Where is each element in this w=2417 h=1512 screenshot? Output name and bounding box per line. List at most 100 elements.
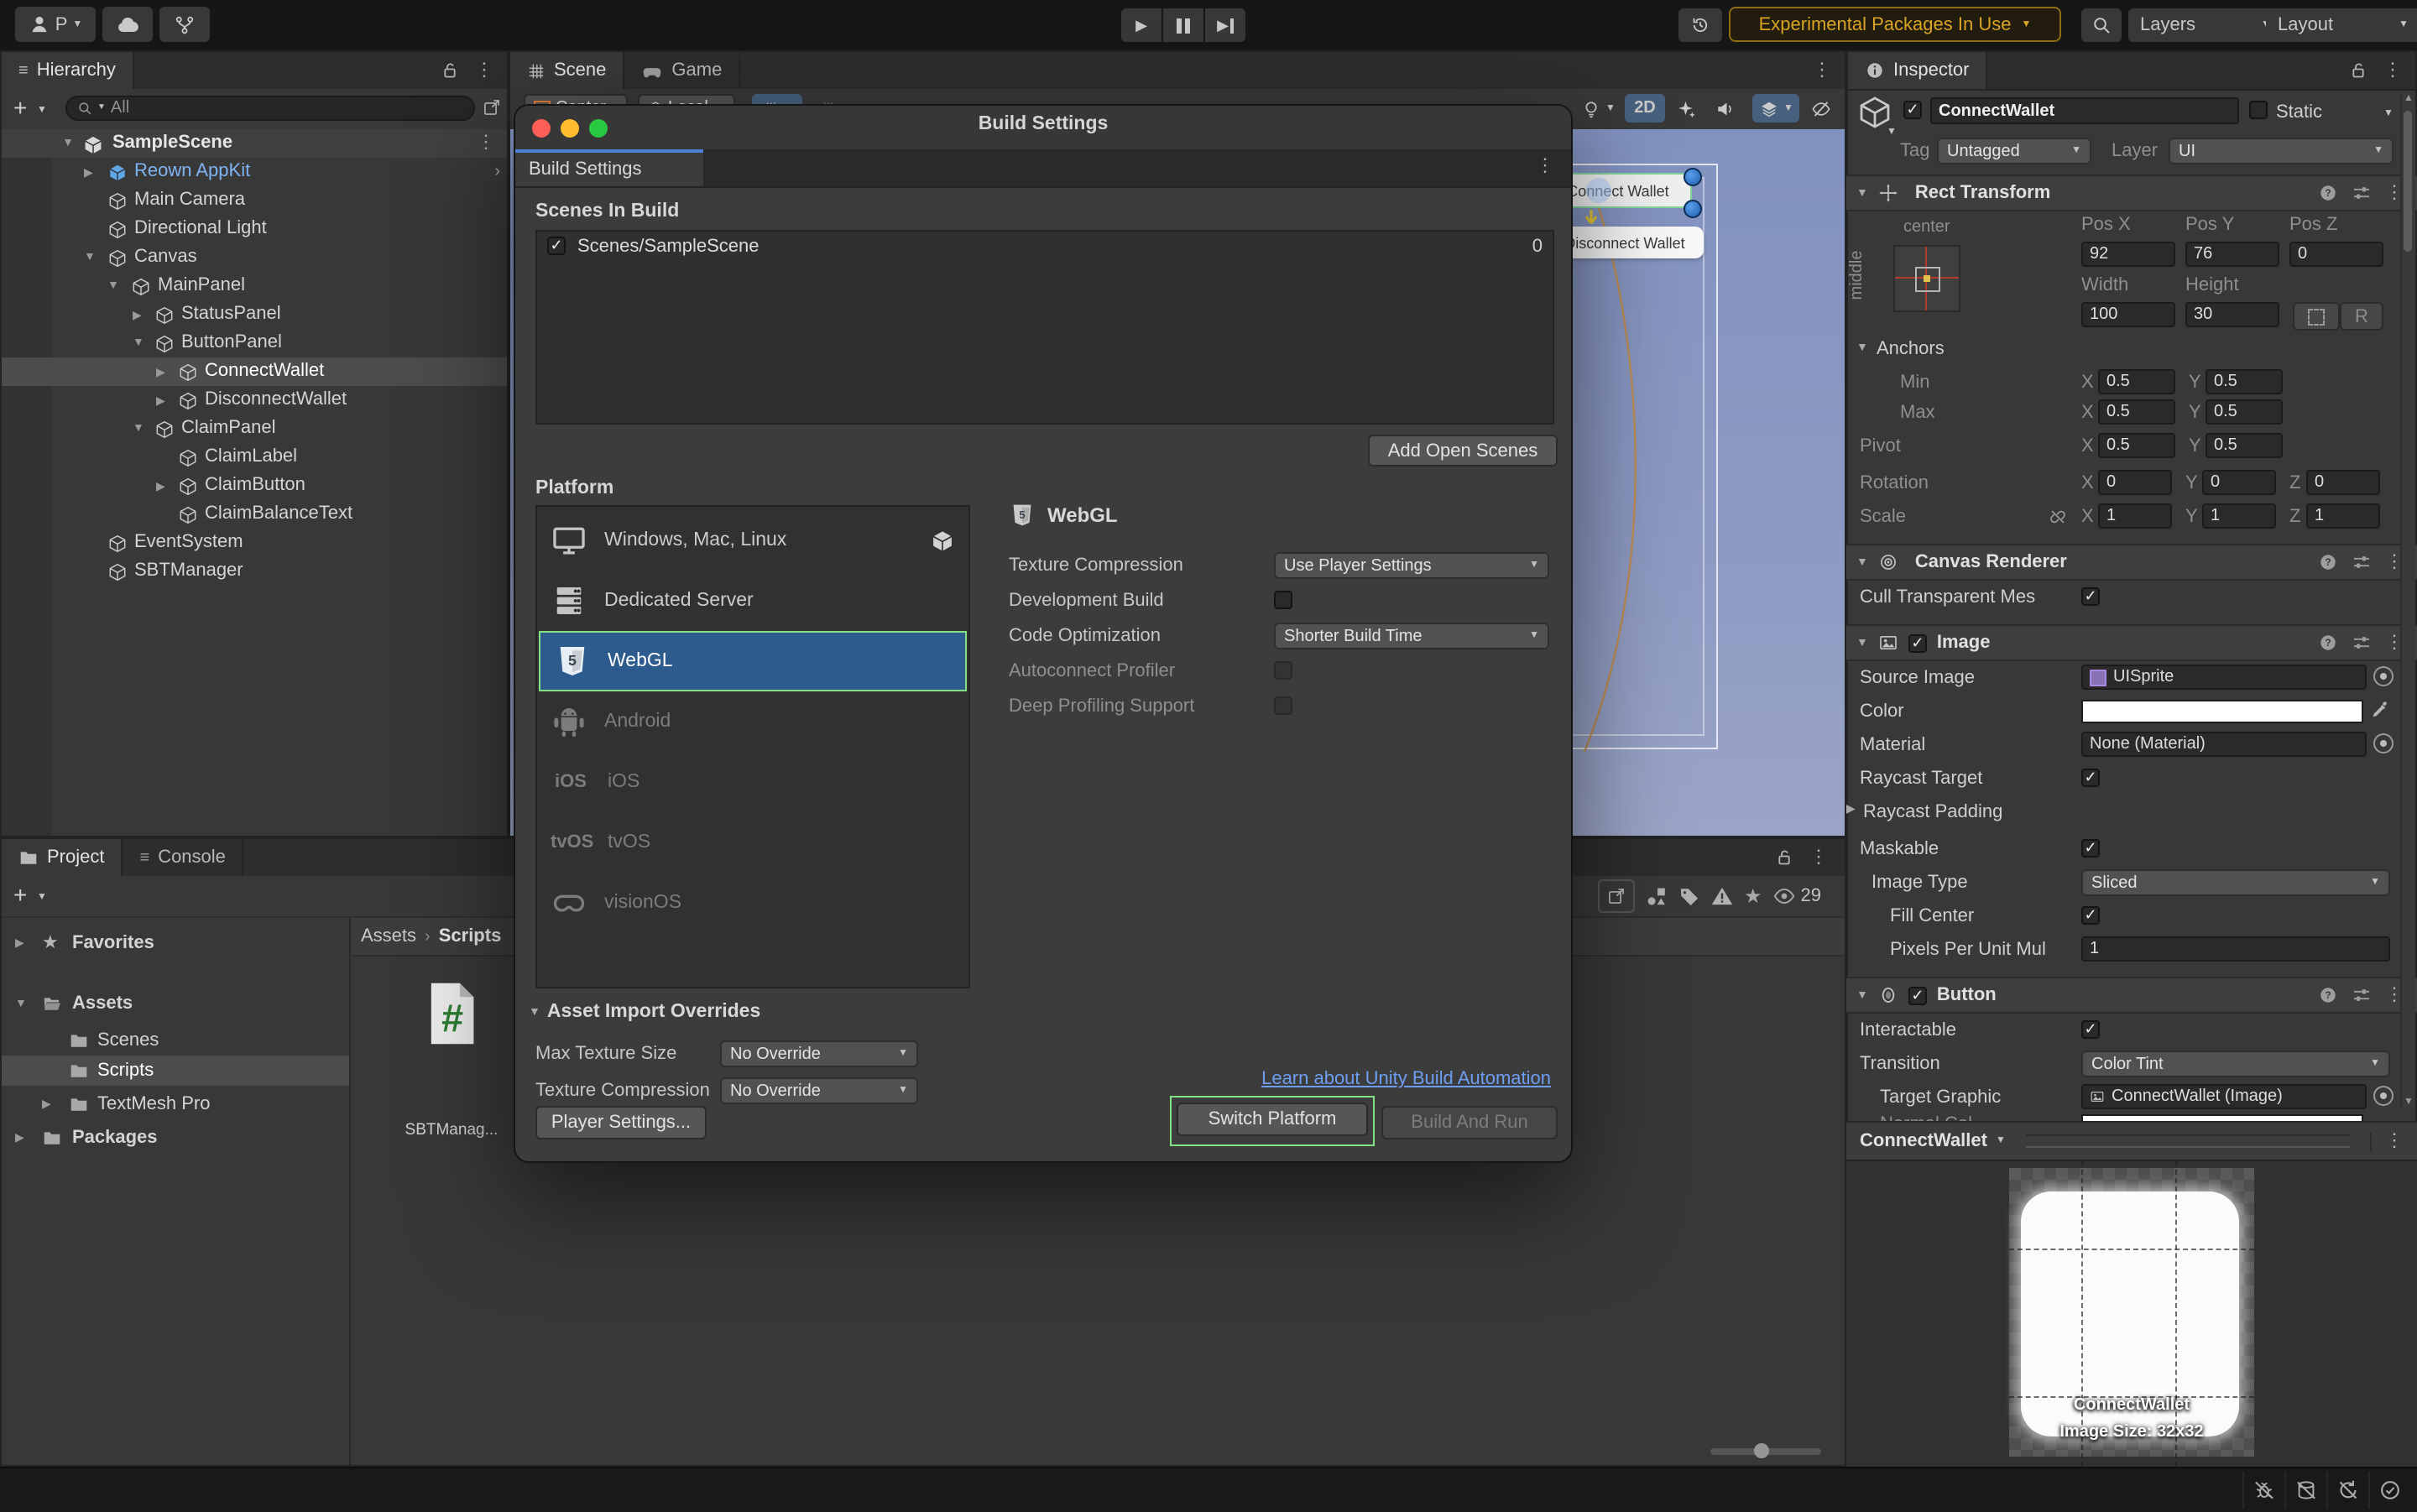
- scene-visibility-button[interactable]: [1804, 94, 1838, 123]
- pos-z-field[interactable]: 0: [2289, 242, 2383, 267]
- presets-icon[interactable]: [2352, 633, 2372, 653]
- scene-effects-button[interactable]: [1670, 94, 1704, 123]
- raw-edit-mode-button[interactable]: R: [2340, 302, 2383, 331]
- image-enabled-checkbox[interactable]: ✓: [1908, 633, 1927, 652]
- kebab-menu-icon[interactable]: ⋮: [2383, 61, 2402, 80]
- layer-dropdown[interactable]: UI▼: [2169, 138, 2394, 164]
- experimental-packages-button[interactable]: Experimental Packages In Use ▼: [1729, 7, 2061, 42]
- hierarchy-item-canvas[interactable]: ▼Canvas: [2, 243, 507, 272]
- open-asset-external-icon[interactable]: [1598, 879, 1635, 913]
- hierarchy-item-reown-appkit[interactable]: ▶ Reown AppKit ›: [2, 158, 507, 186]
- step-button[interactable]: ▶: [1205, 8, 1245, 42]
- project-item-favorites[interactable]: ▶★ Favorites: [2, 928, 349, 958]
- maskable-checkbox[interactable]: ✓: [2081, 839, 2100, 858]
- platform-item-desktop[interactable]: Windows, Mac, Linux: [537, 510, 968, 571]
- hierarchy-item-claimlabel[interactable]: ClaimLabel: [2, 443, 507, 472]
- breadcrumb-root[interactable]: Assets: [361, 926, 416, 946]
- hierarchy-item-claimbutton[interactable]: ▶ClaimButton: [2, 472, 507, 500]
- scale-x-field[interactable]: 1: [2098, 503, 2172, 529]
- kebab-menu-icon[interactable]: ⋮: [1809, 848, 1828, 867]
- anchor-preset-widget[interactable]: [1893, 245, 1960, 312]
- help-icon[interactable]: [2318, 183, 2338, 203]
- scale-y-field[interactable]: 1: [2202, 503, 2276, 529]
- pause-button[interactable]: [1163, 8, 1203, 42]
- hierarchy-tab[interactable]: ≡ Hierarchy: [2, 52, 134, 89]
- account-button[interactable]: P ▼: [15, 7, 96, 42]
- source-image-field[interactable]: UISprite: [2081, 665, 2367, 690]
- kebab-menu-icon[interactable]: ⋮: [475, 61, 493, 80]
- gameobject-name-field[interactable]: ConnectWallet: [1930, 97, 2239, 124]
- play-button[interactable]: ▶: [1121, 8, 1162, 42]
- kebab-menu-icon[interactable]: ⋮: [477, 134, 495, 153]
- overlays-button[interactable]: ▼: [1752, 94, 1799, 123]
- warning-filter-icon[interactable]: [1710, 884, 1734, 908]
- add-asset-button[interactable]: +: [13, 881, 27, 908]
- help-icon[interactable]: [2318, 552, 2338, 572]
- project-pane-divider[interactable]: [349, 918, 351, 1465]
- hierarchy-item-claimbalancetext[interactable]: ClaimBalanceText: [2, 500, 507, 529]
- raycast-padding-foldout[interactable]: ▶: [1846, 802, 1856, 816]
- object-picker-icon[interactable]: [2373, 733, 2394, 753]
- chevron-down-icon[interactable]: ▼: [37, 106, 47, 116]
- filter-by-type-icon[interactable]: [1645, 884, 1668, 908]
- presets-icon[interactable]: [2352, 183, 2372, 203]
- blueprint-mode-button[interactable]: [2293, 302, 2340, 331]
- max-texture-size-dropdown[interactable]: No Override▼: [720, 1040, 918, 1067]
- project-tab[interactable]: Project: [2, 839, 123, 876]
- auto-refresh-disabled-icon[interactable]: [2326, 1472, 2368, 1509]
- project-item-scenes[interactable]: Scenes: [2, 1025, 349, 1056]
- hierarchy-search-input[interactable]: ▼ All: [65, 96, 475, 121]
- presets-icon[interactable]: [2352, 552, 2372, 572]
- cull-transparent-mesh-checkbox[interactable]: ✓: [2081, 587, 2100, 606]
- lock-icon[interactable]: [440, 60, 460, 81]
- chevron-down-icon[interactable]: ▼: [37, 893, 47, 903]
- pixels-per-unit-field[interactable]: 1: [2081, 936, 2390, 962]
- version-control-button[interactable]: [159, 7, 210, 42]
- height-field[interactable]: 30: [2185, 302, 2279, 327]
- transition-dropdown[interactable]: Color Tint▼: [2081, 1051, 2390, 1077]
- kebab-menu-icon[interactable]: ⋮: [1813, 61, 1831, 80]
- lock-icon[interactable]: [2348, 60, 2368, 81]
- scroll-down-arrow[interactable]: ▼: [2404, 1098, 2414, 1108]
- filter-by-label-icon[interactable]: [1678, 885, 1700, 907]
- button-component-header[interactable]: ▼ ✓ Button ⋮: [1846, 977, 2417, 1014]
- pivot-x-field[interactable]: 0.5: [2098, 433, 2175, 458]
- anchor-min-y-field[interactable]: 0.5: [2206, 369, 2283, 394]
- cloud-button[interactable]: [102, 7, 153, 42]
- anchor-handle[interactable]: [1684, 200, 1702, 218]
- button-enabled-checkbox[interactable]: ✓: [1908, 986, 1927, 1004]
- anchor-handle[interactable]: [1684, 168, 1702, 186]
- rotation-y-field[interactable]: 0: [2202, 470, 2276, 495]
- scroll-up-arrow[interactable]: ▲: [2404, 94, 2414, 104]
- anchor-max-y-field[interactable]: 0.5: [2206, 399, 2283, 425]
- activity-ok-icon[interactable]: [2368, 1472, 2410, 1509]
- texture-compression-dropdown[interactable]: Use Player Settings▼: [1274, 552, 1549, 579]
- favorites-star-icon[interactable]: ★: [1744, 884, 1762, 908]
- project-item-scripts[interactable]: Scripts: [2, 1056, 349, 1086]
- hierarchy-item-statuspanel[interactable]: ▶StatusPanel: [2, 300, 507, 329]
- scroll-thumb[interactable]: [2404, 111, 2412, 252]
- fill-center-checkbox[interactable]: ✓: [2081, 906, 2100, 925]
- scene-lighting-button[interactable]: ▼: [1576, 94, 1620, 123]
- platform-item-webgl[interactable]: WebGL: [539, 631, 967, 691]
- color-swatch[interactable]: [2081, 700, 2363, 723]
- hierarchy-item-sbtmanager[interactable]: SBTManager: [2, 557, 507, 586]
- layout-dropdown[interactable]: Layout▼: [2266, 8, 2417, 42]
- pos-x-field[interactable]: 92: [2081, 242, 2175, 267]
- slider-thumb[interactable]: [1754, 1443, 1769, 1458]
- chevron-down-icon[interactable]: ▼: [1887, 128, 1897, 138]
- rotation-x-field[interactable]: 0: [2098, 470, 2172, 495]
- anchor-min-x-field[interactable]: 0.5: [2098, 369, 2175, 394]
- project-item-textmeshpro[interactable]: ▶ TextMesh Pro: [2, 1089, 349, 1119]
- scene-audio-button[interactable]: [1709, 94, 1742, 123]
- chevron-down-icon[interactable]: ▼: [2383, 109, 2394, 119]
- build-settings-tab[interactable]: Build Settings: [515, 149, 703, 186]
- project-item-packages[interactable]: ▶ Packages: [2, 1123, 349, 1153]
- scene-tab[interactable]: Scene: [510, 52, 624, 89]
- object-picker-icon[interactable]: [2373, 1086, 2394, 1106]
- switch-platform-button[interactable]: Switch Platform: [1177, 1103, 1368, 1136]
- rotation-z-field[interactable]: 0: [2306, 470, 2380, 495]
- hierarchy-item-mainpanel[interactable]: ▼MainPanel: [2, 272, 507, 300]
- target-graphic-field[interactable]: ConnectWallet (Image): [2081, 1084, 2367, 1109]
- hierarchy-item-buttonpanel[interactable]: ▼ButtonPanel: [2, 329, 507, 357]
